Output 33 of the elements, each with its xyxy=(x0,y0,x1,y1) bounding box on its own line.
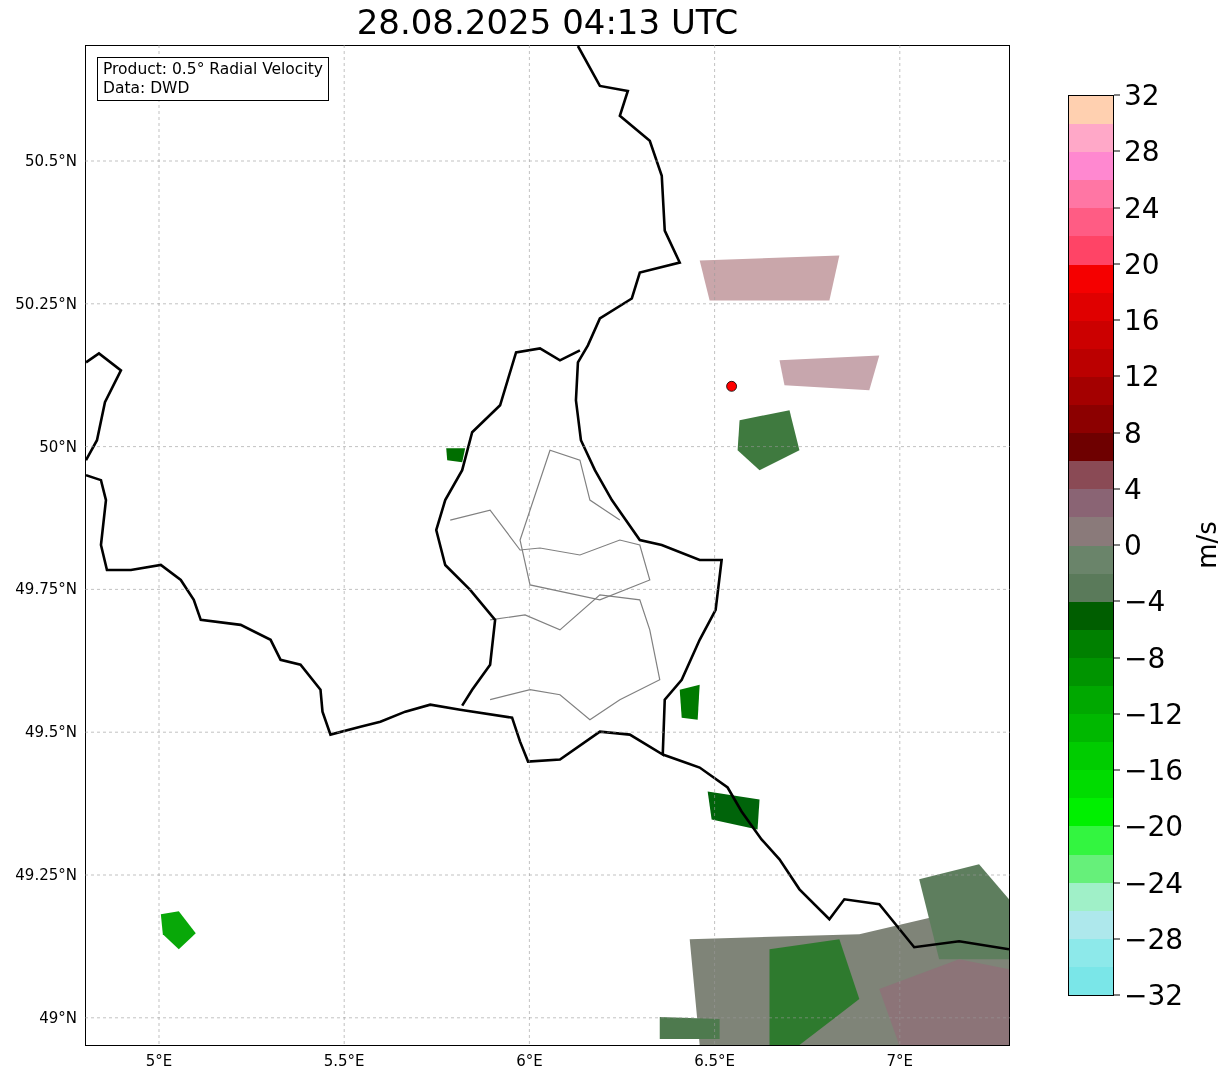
colorbar-tick-label: 12 xyxy=(1124,359,1160,393)
colorbar-tick-label: 32 xyxy=(1124,78,1160,112)
colorbar-tick-label: −28 xyxy=(1124,922,1184,956)
colorbar-tick-label: 24 xyxy=(1124,191,1160,224)
chart-title: 28.08.2025 04:13 UTC xyxy=(355,1,740,44)
latitude-label: 49.5°N xyxy=(24,723,77,742)
info-text: Data: DWD xyxy=(103,79,191,98)
colorbar-tick-label: 0 xyxy=(1124,528,1142,562)
colorbar-tick-label: −24 xyxy=(1124,866,1184,899)
longitude-label: 6.5°E xyxy=(694,1052,735,1070)
latitude-label: 50.5°N xyxy=(24,152,77,170)
colorbar-label: m/s xyxy=(1192,521,1222,569)
colorbar-tick-label: 20 xyxy=(1124,247,1160,281)
info-text: Product: 0.5° Radial Velocity xyxy=(103,60,323,79)
colorbar-tick-label: −16 xyxy=(1124,753,1184,787)
colorbar-tick-label: 4 xyxy=(1124,472,1142,506)
longitude-label: 5°E xyxy=(145,1052,173,1070)
colorbar-tick-label: −4 xyxy=(1124,584,1166,618)
latitude-label: 50°N xyxy=(39,437,77,456)
latitude-label: 49.75°N xyxy=(15,580,77,599)
colorbar-tick-label: −32 xyxy=(1124,978,1184,1012)
colorbar-tick-label: 16 xyxy=(1124,303,1160,337)
latitude-label: 49.25°N xyxy=(15,866,77,884)
colorbar-tick-label: −8 xyxy=(1124,641,1166,674)
longitude-label: 6°E xyxy=(516,1052,543,1070)
colorbar-tick-label: 28 xyxy=(1124,134,1160,168)
colorbar-tick-label: −20 xyxy=(1124,809,1184,843)
latitude-label: 49°N xyxy=(39,1008,77,1027)
longitude-label: 5.5°E xyxy=(323,1052,365,1070)
latitude-label: 50.25°N xyxy=(15,294,77,313)
longitude-label: 7°E xyxy=(886,1052,914,1070)
colorbar-tick-label: −12 xyxy=(1124,697,1184,731)
colorbar-tick-label: 8 xyxy=(1124,416,1142,449)
